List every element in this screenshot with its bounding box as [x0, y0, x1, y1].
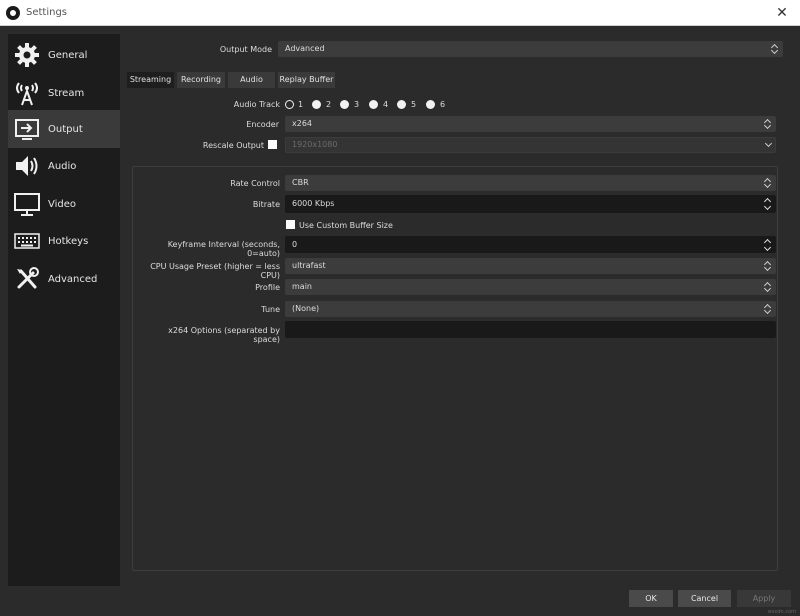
bitrate-value: 6000 Kbps [292, 199, 335, 208]
sidebar-item-label: Video [48, 198, 77, 210]
output-mode-value: Advanced [285, 44, 325, 53]
sidebar-item-advanced[interactable]: Advanced [8, 260, 120, 298]
title-bar: Settings ✕ [0, 0, 800, 26]
audio-track-radio-1[interactable] [285, 100, 294, 109]
rescale-output-checkbox[interactable] [268, 140, 277, 149]
select-arrows-icon [763, 281, 773, 293]
audio-track-option-label: 3 [354, 100, 360, 109]
bitrate-stepper[interactable] [761, 196, 775, 212]
audio-track-radio-5[interactable] [397, 100, 406, 109]
sidebar-item-label: Hotkeys [48, 235, 89, 247]
audio-track-option-label: 2 [326, 100, 332, 109]
tab-replay-buffer[interactable]: Replay Buffer [278, 72, 335, 88]
tab-audio[interactable]: Audio [228, 72, 275, 88]
keyframe-stepper[interactable] [761, 237, 775, 252]
obs-logo-icon [6, 6, 20, 20]
tab-recording[interactable]: Recording [177, 72, 225, 88]
sidebar-item-label: General [48, 49, 88, 61]
sidebar-item-label: Audio [48, 160, 77, 172]
sidebar-item-label: Advanced [48, 273, 98, 285]
rate-control-label: Rate Control [230, 179, 280, 188]
audio-track-radio-3[interactable] [340, 100, 349, 109]
select-arrows-icon [763, 303, 773, 315]
profile-label: Profile [255, 283, 280, 292]
bitrate-input[interactable]: 6000 Kbps [285, 195, 776, 213]
audio-track-radio-6[interactable] [426, 100, 435, 109]
audio-track-radio-2[interactable] [312, 100, 321, 109]
encoder-label: Encoder [246, 120, 279, 129]
bitrate-label: Bitrate [252, 200, 280, 209]
encoder-value: x264 [292, 119, 313, 128]
x264-options-label: x264 Options (separated by space) [168, 326, 280, 344]
select-arrows-icon [763, 260, 773, 272]
window-title: Settings [26, 7, 68, 18]
audio-track-label: Audio Track [233, 100, 280, 109]
audio-track-option-label: 5 [411, 100, 417, 109]
monitor-arrow-icon [12, 114, 42, 144]
encoder-select[interactable]: x264 [285, 116, 776, 132]
keyframe-interval-input[interactable]: 0 [285, 236, 776, 253]
x264-options-input[interactable] [285, 321, 776, 338]
custom-buffer-checkbox[interactable] [286, 220, 295, 229]
sidebar-item-audio[interactable]: Audio [8, 147, 120, 185]
watermark: wsxdn.com [767, 609, 796, 615]
rescale-resolution-value: 1920x1080 [292, 140, 338, 149]
sidebar-item-video[interactable]: Video [8, 185, 120, 223]
profile-select[interactable]: main [285, 279, 776, 295]
sidebar-item-hotkeys[interactable]: Hotkeys [8, 222, 120, 260]
keyframe-interval-label: Keyframe Interval (seconds, 0=auto) [167, 240, 280, 258]
tab-streaming[interactable]: Streaming [127, 72, 174, 88]
encoder-settings-group [132, 166, 778, 571]
select-arrows-icon [763, 177, 773, 189]
keyboard-icon [12, 226, 42, 256]
apply-button[interactable]: Apply [737, 590, 791, 607]
keyframe-interval-value: 0 [292, 240, 298, 249]
chevron-down-icon [764, 139, 773, 148]
sidebar-item-general[interactable]: General [8, 36, 120, 74]
close-icon[interactable]: ✕ [772, 3, 792, 23]
rate-control-select[interactable]: CBR [285, 175, 776, 191]
audio-track-radio-4[interactable] [369, 100, 378, 109]
output-mode-select[interactable]: Advanced [278, 41, 783, 57]
tune-label: Tune [261, 305, 280, 314]
settings-sidebar: General Stream Output Audio Video Hotkey… [8, 34, 120, 586]
audio-track-option-label: 6 [440, 100, 446, 109]
select-arrows-icon [770, 43, 780, 55]
cpu-preset-select[interactable]: ultrafast [285, 258, 776, 274]
rescale-resolution-field: 1920x1080 [285, 137, 776, 153]
ok-button[interactable]: OK [629, 590, 673, 607]
custom-buffer-label: Use Custom Buffer Size [299, 221, 393, 230]
sidebar-item-label: Stream [48, 87, 85, 99]
sidebar-item-label: Output [48, 123, 83, 135]
chevron-down-icon [763, 202, 772, 211]
tools-icon [12, 264, 42, 294]
tune-select[interactable]: (None) [285, 301, 776, 317]
chevron-down-icon [763, 243, 772, 252]
cancel-button[interactable]: Cancel [678, 590, 731, 607]
profile-value: main [292, 282, 312, 291]
cpu-preset-value: ultrafast [292, 261, 326, 270]
cpu-preset-label: CPU Usage Preset (higher = less CPU) [150, 262, 280, 280]
rate-control-value: CBR [292, 178, 309, 187]
select-arrows-icon [763, 118, 773, 130]
tune-value: (None) [292, 304, 320, 313]
left-edge [0, 26, 8, 616]
sidebar-item-output[interactable]: Output [8, 110, 120, 148]
antenna-icon [12, 78, 42, 108]
output-mode-label: Output Mode [219, 45, 272, 54]
sidebar-item-stream[interactable]: Stream [8, 74, 120, 112]
audio-track-option-label: 4 [383, 100, 389, 109]
display-icon [12, 189, 42, 219]
audio-track-option-label: 1 [298, 100, 304, 109]
speaker-icon [12, 151, 42, 181]
rescale-output-label: Rescale Output [202, 141, 264, 150]
gear-icon [12, 40, 42, 70]
